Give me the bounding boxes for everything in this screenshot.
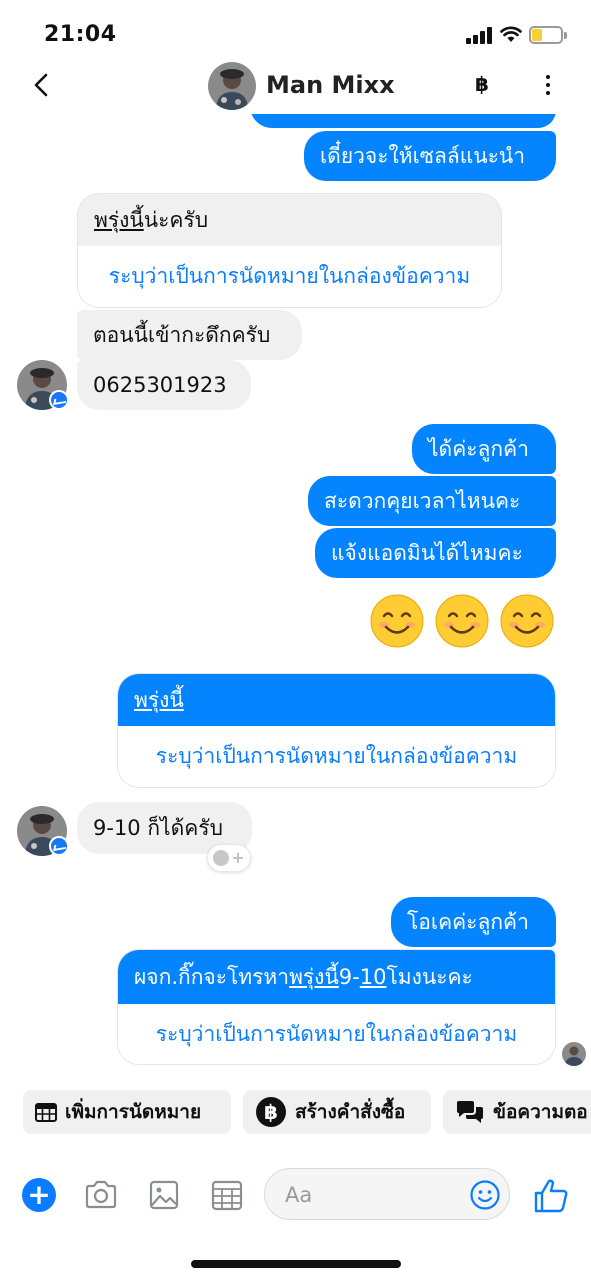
card-text: น่ะครับ [143, 207, 209, 232]
battery-icon [529, 26, 567, 44]
signal-icon [466, 27, 492, 44]
messenger-badge-icon [49, 390, 69, 410]
message-text: 0625301923 [93, 372, 227, 397]
camera-icon[interactable] [82, 1176, 120, 1214]
quick-actions-bar: เพิ่มการนัดหมาย ฿ สร้างคำสั่งซื้อ ข้อควา… [0, 1090, 591, 1136]
appointment-card[interactable]: พรุ่งนี้ ระบุว่าเป็นการนัดหมายในกล่องข้อ… [117, 673, 556, 788]
chat-bubbles-icon [457, 1101, 483, 1123]
add-attachment-button[interactable]: + [22, 1178, 56, 1212]
home-indicator [191, 1260, 401, 1268]
appointment-card[interactable]: พรุ่งนี้ น่ะครับ ระบุว่าเป็นการนัดหมายในก… [77, 193, 502, 308]
message-bubble[interactable]: โอเคค่ะลูกค้า [391, 897, 556, 947]
message-text: ตอนนี้เข้ากะดึกครับ [93, 322, 271, 347]
mark-as-appointment-link[interactable]: ระบุว่าเป็นการนัดหมายในกล่องข้อความ [118, 1004, 555, 1064]
message-bubble[interactable]: ตอนนี้เข้ากะดึกครับ [77, 310, 302, 360]
contact-avatar[interactable] [208, 62, 256, 110]
message-composer: + [0, 1166, 591, 1222]
status-time: 21:04 [44, 22, 117, 47]
messenger-badge-icon [49, 836, 69, 856]
smile-emoji-icon [435, 594, 489, 648]
baht-coin-icon: ฿ [256, 1097, 286, 1127]
card-message: พรุ่งนี้ น่ะครับ [78, 194, 501, 246]
smile-emoji-icon [370, 594, 424, 648]
gallery-icon[interactable] [145, 1176, 183, 1214]
message-bubble[interactable]: ได้ค่ะลูกค้า [412, 424, 556, 474]
back-button[interactable] [28, 70, 56, 100]
message-text: เดี๋ยวจะให้เซลล์แนะนำ [320, 143, 526, 168]
message-bubble-clipped[interactable] [250, 114, 556, 128]
message-bubble[interactable]: สะดวกคุยเวลาไหนคะ [308, 476, 556, 526]
card-text: โมงนะคะ [386, 964, 473, 989]
message-text: สะดวกคุยเวลาไหนคะ [324, 488, 521, 513]
payment-button[interactable]: ฿ [475, 72, 489, 96]
conversation-header: Man Mixx ฿ [0, 58, 591, 114]
svg-text:฿: ฿ [264, 1100, 278, 1124]
status-bar: 21:04 [0, 0, 591, 66]
mark-as-appointment-link[interactable]: ระบุว่าเป็นการนัดหมายในกล่องข้อความ [118, 726, 555, 786]
smile-emoji-icon [500, 594, 554, 648]
more-options-button[interactable] [538, 70, 558, 100]
chip-label: เพิ่มการนัดหมาย [65, 1101, 202, 1123]
message-text: โอเคค่ะลูกค้า [407, 909, 529, 934]
message-text: 9-10 ก็ได้ครับ [93, 815, 223, 840]
card-message: ผจก.กิ๊กจะโทรหา พรุ่งนี้ 9- 10 โมงนะคะ [118, 950, 555, 1004]
date-link[interactable]: พรุ่งนี้ [134, 684, 184, 717]
add-appointment-button[interactable]: เพิ่มการนัดหมาย [23, 1090, 231, 1134]
reaction-face-icon [213, 850, 230, 866]
appointment-card[interactable]: ผจก.กิ๊กจะโทรหา พรุ่งนี้ 9- 10 โมงนะคะ ระบุว… [117, 949, 556, 1065]
wifi-icon [500, 26, 522, 42]
card-text: ผจก.กิ๊กจะโทรหา [134, 964, 290, 989]
card-action-label: ระบุว่าเป็นการนัดหมายในกล่องข้อความ [155, 1021, 518, 1046]
message-text: ได้ค่ะลูกค้า [428, 436, 529, 461]
calendar-icon[interactable] [208, 1176, 246, 1214]
message-list[interactable]: เดี๋ยวจะให้เซลล์แนะนำ พรุ่งนี้ น่ะครับ ระ… [0, 114, 591, 1076]
chip-label: สร้างคำสั่งซื้อ [295, 1101, 406, 1123]
card-action-label: ระบุว่าเป็นการนัดหมายในกล่องข้อความ [155, 743, 518, 768]
contact-name[interactable]: Man Mixx [266, 71, 395, 99]
mark-as-appointment-link[interactable]: ระบุว่าเป็นการนัดหมายในกล่องข้อความ [78, 246, 501, 306]
seen-indicator-avatar [562, 1042, 586, 1066]
emoji-picker-icon[interactable] [469, 1179, 501, 1211]
thumbs-up-icon[interactable] [532, 1176, 572, 1216]
chip-label: ข้อความตอ [493, 1101, 588, 1123]
message-bubble[interactable]: เดี๋ยวจะให้เซลล์แนะนำ [304, 131, 556, 181]
date-link[interactable]: พรุ่งนี้ [94, 204, 144, 237]
message-input[interactable] [285, 1179, 455, 1211]
message-input-wrapper [264, 1168, 510, 1220]
saved-replies-button[interactable]: ข้อความตอ [443, 1090, 591, 1134]
create-order-button[interactable]: ฿ สร้างคำสั่งซื้อ [243, 1090, 431, 1134]
message-text: แจ้งแอดมินได้ไหมคะ [331, 540, 523, 565]
message-bubble[interactable]: แจ้งแอดมินได้ไหมคะ [315, 528, 556, 578]
add-reaction-button[interactable]: + [207, 844, 251, 872]
card-message: พรุ่งนี้ [118, 674, 555, 726]
date-link[interactable]: พรุ่งนี้ [289, 961, 339, 994]
card-action-label: ระบุว่าเป็นการนัดหมายในกล่องข้อความ [108, 263, 471, 288]
calendar-icon [35, 1103, 57, 1122]
card-text: 9- [338, 965, 360, 989]
time-link[interactable]: 10 [360, 965, 387, 989]
message-bubble[interactable]: 0625301923 [77, 360, 251, 410]
